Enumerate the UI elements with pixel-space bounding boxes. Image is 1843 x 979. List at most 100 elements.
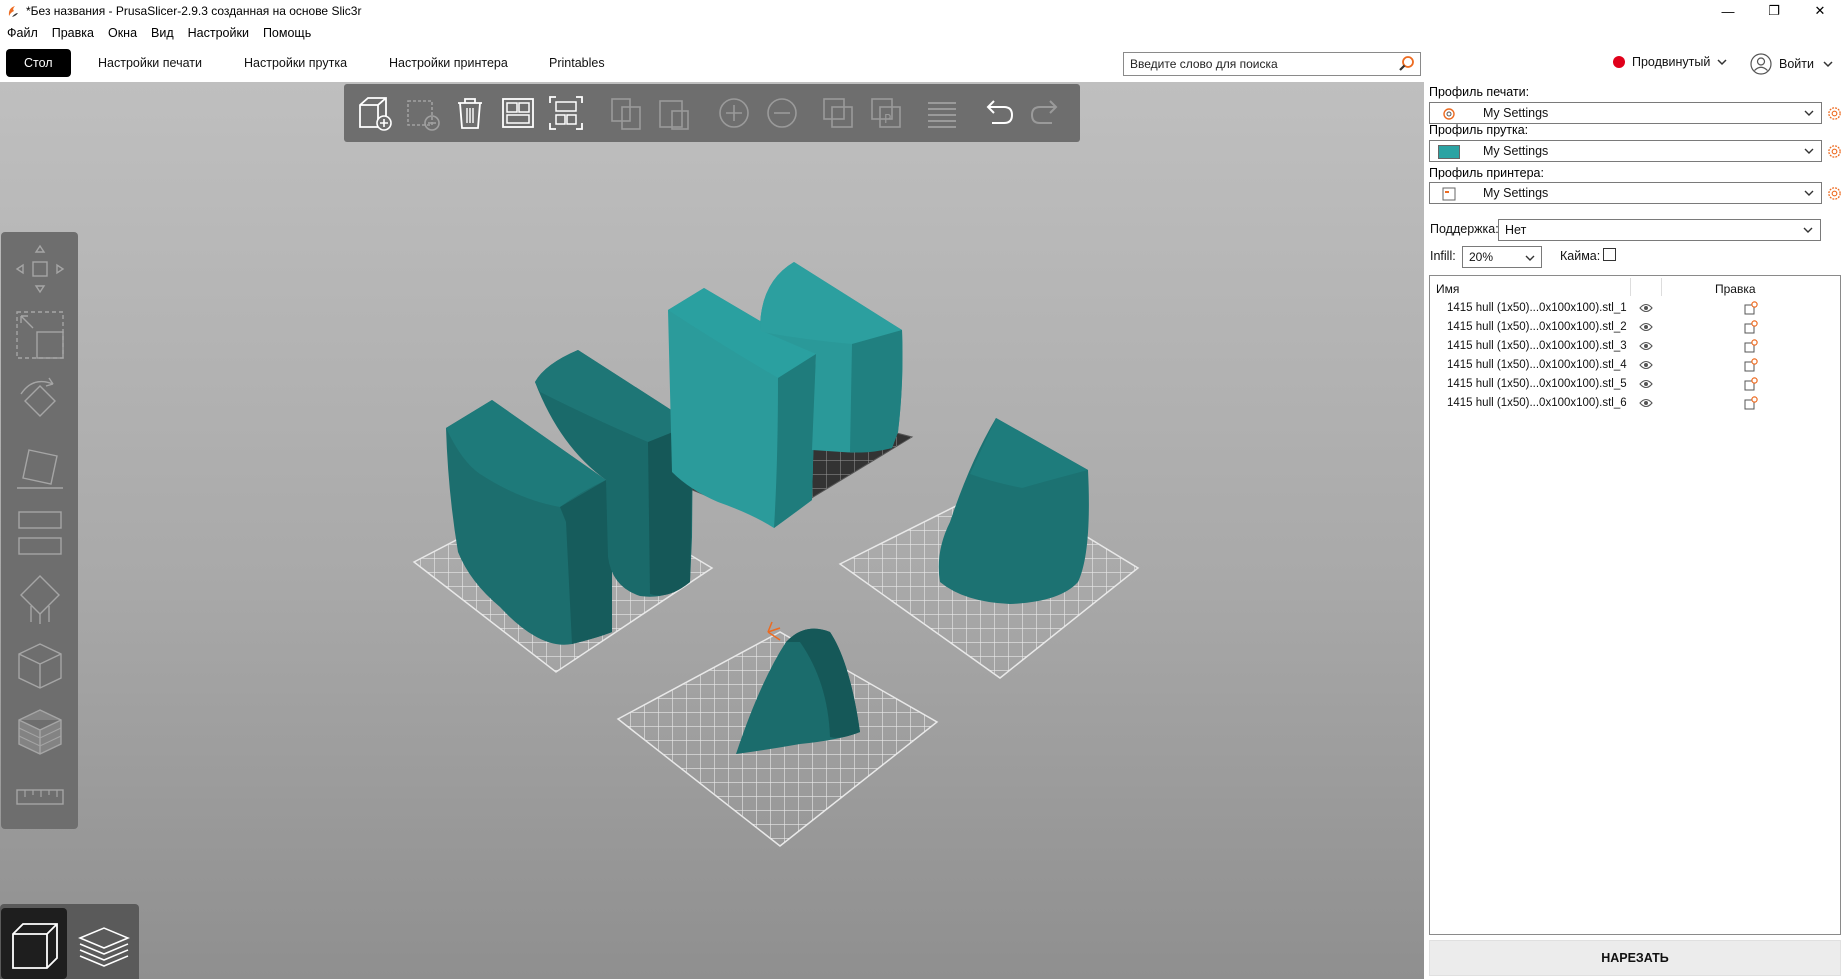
chevron-down-icon (1803, 227, 1813, 233)
3d-viewport[interactable]: P (0, 82, 1424, 979)
brim-checkbox[interactable] (1603, 248, 1616, 261)
filament-profile-value: My Settings (1483, 144, 1549, 158)
gear-icon[interactable] (1827, 106, 1842, 121)
object-list: Имя Правка 1415 hull (1x50)...0x100x100)… (1429, 275, 1841, 935)
arrange-selection-icon[interactable] (546, 93, 586, 133)
preview-icon[interactable] (70, 908, 136, 979)
sidebar: Профиль печати: My Settings Профиль прут… (1424, 82, 1843, 979)
gear-icon[interactable] (1827, 144, 1842, 159)
edit-settings-icon[interactable] (1744, 339, 1758, 353)
move-icon[interactable] (13, 242, 67, 296)
eye-icon[interactable] (1639, 359, 1653, 371)
maximize-button[interactable]: ❐ (1751, 0, 1797, 22)
filament-profile-label: Профиль прутка: (1429, 123, 1529, 137)
close-button[interactable]: ✕ (1797, 0, 1843, 22)
prusa-logo-icon (8, 6, 18, 17)
list-item[interactable]: 1415 hull (1x50)...0x100x100).stl_2 (1430, 318, 1840, 337)
edit-settings-icon[interactable] (1744, 358, 1758, 372)
menu-file[interactable]: Файл (7, 26, 38, 40)
measure-icon[interactable] (13, 770, 67, 824)
eye-icon[interactable] (1639, 378, 1653, 390)
printer-icon (1442, 187, 1456, 201)
3d-view-icon[interactable] (1, 908, 67, 979)
search-placeholder: Введите слово для поиска (1130, 57, 1278, 71)
delete-all-icon[interactable] (450, 93, 490, 133)
slice-button[interactable]: НАРЕЗАТЬ (1429, 940, 1841, 976)
eye-icon[interactable] (1639, 397, 1653, 409)
list-item[interactable]: 1415 hull (1x50)...0x100x100).stl_4 (1430, 356, 1840, 375)
object-name: 1415 hull (1x50)...0x100x100).stl_4 (1447, 359, 1627, 371)
delete-icon (407, 100, 440, 131)
search-icon[interactable] (1398, 55, 1416, 73)
title-bar: *Без названия - PrusaSlicer-2.9.3 создан… (0, 0, 1843, 22)
rotate-icon[interactable] (13, 374, 67, 428)
login-button[interactable]: Войти (1750, 53, 1834, 75)
tab-plater[interactable]: Стол (6, 49, 71, 77)
brim-label: Кайма: (1560, 249, 1601, 263)
edit-settings-icon[interactable] (1744, 396, 1758, 410)
infill-label: Infill: (1430, 249, 1456, 263)
scale-icon[interactable] (13, 308, 67, 362)
chevron-down-icon (1804, 110, 1814, 116)
list-item[interactable]: 1415 hull (1x50)...0x100x100).stl_3 (1430, 337, 1840, 356)
print-profile-label: Профиль печати: (1429, 85, 1530, 99)
col-name-header[interactable]: Имя (1436, 282, 1459, 296)
edit-settings-icon[interactable] (1744, 320, 1758, 334)
search-input[interactable]: Введите слово для поиска (1123, 52, 1421, 76)
3d-scene[interactable] (0, 82, 1424, 979)
seam-paint-icon[interactable] (13, 638, 67, 692)
mmu-paint-icon[interactable] (13, 704, 67, 758)
arrange-icon[interactable] (498, 93, 538, 133)
eye-icon[interactable] (1639, 302, 1653, 314)
split-parts-icon: P (871, 98, 901, 128)
login-label: Войти (1779, 57, 1814, 71)
edit-settings-icon[interactable] (1744, 377, 1758, 391)
undo-icon[interactable] (978, 93, 1018, 133)
redo-icon (1030, 100, 1058, 124)
chevron-down-icon (1717, 59, 1727, 66)
eye-icon[interactable] (1639, 340, 1653, 352)
menu-help[interactable]: Помощь (263, 26, 311, 40)
cut-icon[interactable] (13, 506, 67, 560)
chevron-down-icon (1804, 148, 1814, 154)
object-name: 1415 hull (1x50)...0x100x100).stl_2 (1447, 321, 1627, 333)
tab-printer-settings[interactable]: Настройки принтера (389, 49, 508, 77)
tab-filament-settings[interactable]: Настройки прутка (244, 49, 347, 77)
menu-edit[interactable]: Правка (52, 26, 94, 40)
eye-icon[interactable] (1639, 321, 1653, 333)
support-combo[interactable]: Нет (1498, 219, 1821, 241)
menu-view[interactable]: Вид (151, 26, 174, 40)
place-on-face-icon[interactable] (13, 440, 67, 494)
object-name: 1415 hull (1x50)...0x100x100).stl_5 (1447, 378, 1627, 390)
list-item[interactable]: 1415 hull (1x50)...0x100x100).stl_6 (1430, 394, 1840, 413)
print-profile-combo[interactable]: My Settings (1429, 102, 1822, 124)
menu-bar: Файл Правка Окна Вид Настройки Помощь (0, 22, 325, 44)
svg-text:P: P (884, 112, 891, 126)
col-edit-header[interactable]: Правка (1715, 282, 1756, 296)
menu-windows[interactable]: Окна (108, 26, 137, 40)
support-paint-icon[interactable] (13, 572, 67, 626)
support-value: Нет (1505, 223, 1527, 237)
menu-settings[interactable]: Настройки (188, 26, 249, 40)
tab-printables[interactable]: Printables (549, 49, 605, 77)
gear-icon[interactable] (1827, 186, 1842, 201)
tab-print-settings[interactable]: Настройки печати (98, 49, 202, 77)
list-item[interactable]: 1415 hull (1x50)...0x100x100).stl_5 (1430, 375, 1840, 394)
list-item[interactable]: 1415 hull (1x50)...0x100x100).stl_1 (1430, 299, 1840, 318)
printer-profile-value: My Settings (1483, 186, 1549, 200)
add-icon[interactable] (354, 93, 394, 133)
mode-selector[interactable]: Продвинутый (1613, 55, 1728, 69)
printer-profile-combo[interactable]: My Settings (1429, 182, 1822, 204)
filament-profile-combo[interactable]: My Settings (1429, 140, 1822, 162)
minimize-button[interactable]: — (1705, 0, 1751, 22)
instance-add-icon (719, 98, 749, 128)
split-objects-icon (823, 98, 853, 128)
infill-combo[interactable]: 20% (1462, 246, 1542, 268)
print-profile-value: My Settings (1483, 106, 1549, 120)
user-icon (1750, 53, 1772, 75)
paste-icon (659, 100, 689, 130)
edit-settings-icon[interactable] (1744, 301, 1758, 315)
filament-color-swatch[interactable] (1438, 145, 1460, 159)
model-object-5[interactable] (938, 418, 1089, 604)
mode-expert-icon (1613, 56, 1625, 68)
